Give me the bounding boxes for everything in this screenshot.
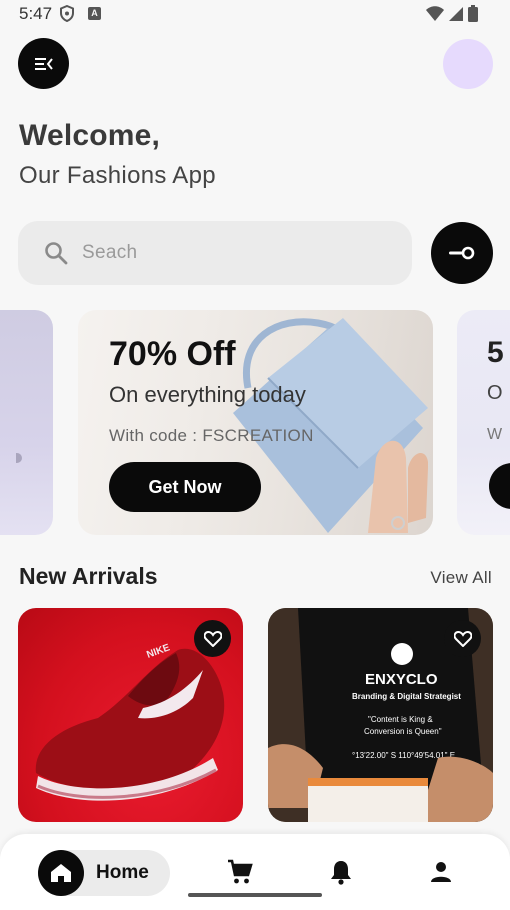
next-banner-subtitle: O bbox=[487, 382, 503, 404]
nav-profile-tab[interactable] bbox=[427, 858, 455, 886]
home-icon-circle bbox=[38, 850, 84, 896]
filter-key-icon bbox=[449, 246, 475, 260]
profile-icon bbox=[431, 862, 451, 882]
avatar[interactable] bbox=[443, 39, 493, 89]
favorite-button[interactable] bbox=[194, 620, 231, 657]
section-title: New Arrivals bbox=[19, 563, 158, 589]
nav-cart-tab[interactable] bbox=[226, 858, 254, 886]
product-card-sneaker[interactable]: NIKE bbox=[18, 608, 243, 822]
shield-icon bbox=[60, 4, 74, 27]
promo-subtitle: On everything today bbox=[109, 382, 306, 407]
status-time: 5:47 bbox=[19, 4, 53, 23]
get-now-button[interactable]: Get Now bbox=[109, 462, 261, 512]
nav-notifications-tab[interactable] bbox=[327, 858, 355, 886]
view-all-link[interactable]: View All bbox=[430, 568, 492, 588]
bottom-navigation: Home bbox=[0, 834, 510, 910]
next-banner-button bbox=[489, 463, 510, 509]
promo-code: With code : FSCREATION bbox=[109, 426, 314, 445]
heart-icon bbox=[203, 630, 222, 647]
search-placeholder: Seach bbox=[82, 242, 138, 263]
nav-home-label: Home bbox=[96, 862, 149, 883]
cart-icon bbox=[228, 859, 253, 884]
bell-icon bbox=[331, 861, 351, 885]
carousel-prev-banner[interactable] bbox=[0, 310, 53, 535]
product-card-tshirt[interactable]: ENXYCLO Branding & Digital Strategist "C… bbox=[268, 608, 493, 822]
battery-icon bbox=[468, 5, 478, 22]
menu-collapse-icon bbox=[34, 57, 53, 70]
carousel-next-banner[interactable]: 5 O W bbox=[457, 310, 510, 535]
search-input[interactable]: Seach bbox=[18, 221, 412, 285]
tshirt-brand: ENXYCLO bbox=[365, 671, 438, 688]
heart-icon bbox=[453, 630, 472, 647]
signal-icon bbox=[449, 6, 463, 21]
favorite-button[interactable] bbox=[444, 620, 481, 657]
promo-banner[interactable]: 70% Off On everything today With code : … bbox=[78, 310, 433, 535]
app-subtitle: Our Fashions App bbox=[19, 162, 216, 189]
status-bar: 5:47 A bbox=[0, 0, 510, 30]
filter-button[interactable] bbox=[431, 222, 493, 284]
nav-home-tab[interactable]: Home bbox=[38, 850, 170, 896]
prev-banner-button-edge bbox=[16, 453, 22, 463]
menu-button[interactable] bbox=[18, 38, 69, 89]
app-screen: 5:47 A Welcome, Our Fashions App Seach 7… bbox=[0, 0, 510, 910]
home-icon bbox=[51, 864, 71, 882]
gesture-bar bbox=[188, 893, 322, 897]
next-banner-title: 5 bbox=[487, 336, 504, 369]
wifi-icon bbox=[426, 5, 444, 21]
app-notification-icon: A bbox=[88, 7, 101, 20]
system-status-icons bbox=[426, 5, 478, 22]
tshirt-quote-line2: Conversion is Queen" bbox=[364, 727, 442, 736]
welcome-heading: Welcome, bbox=[19, 119, 161, 152]
search-icon bbox=[45, 242, 68, 265]
tshirt-quote-line1: "Content is King & bbox=[368, 715, 433, 724]
next-banner-code: W bbox=[487, 426, 503, 443]
tshirt-tagline: Branding & Digital Strategist bbox=[352, 692, 461, 701]
promo-title: 70% Off bbox=[109, 335, 236, 373]
